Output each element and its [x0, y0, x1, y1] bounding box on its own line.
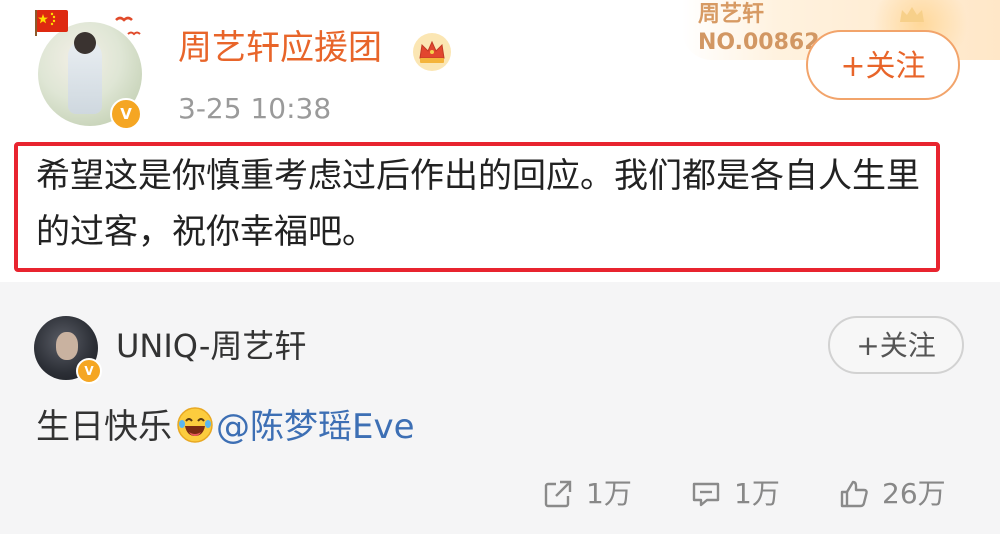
repost-author-name[interactable]: UNIQ-周艺轩 [116, 326, 306, 366]
repost-message: 生日快乐 [36, 407, 172, 447]
verified-badge-icon: V [76, 358, 102, 384]
share-action[interactable]: 1万 [542, 472, 642, 516]
comment-icon [692, 482, 720, 507]
post-timestamp: 3-25 10:38 [178, 92, 332, 125]
like-action[interactable]: 26万 [838, 472, 968, 516]
fan-card-crown-icon [900, 7, 924, 22]
birds-decoration-icon [115, 16, 141, 36]
mention-link[interactable]: @陈梦瑶Eve [216, 407, 415, 447]
verified-badge-icon: V [110, 98, 142, 130]
weibo-post: V 周艺轩应援团 3-25 10:38 周艺轩 NO.00862 +关注 希望这… [0, 0, 1000, 282]
share-count: 1万 [586, 477, 632, 510]
repost-actions: 1万 1万 26万 [0, 472, 1000, 516]
repost-follow-button[interactable]: +关注 [828, 316, 964, 374]
fan-card-number: NO.00862 [698, 30, 820, 55]
china-flag-icon [35, 10, 68, 36]
comment-count: 1万 [734, 477, 780, 510]
author-name[interactable]: 周艺轩应援团 [178, 28, 382, 68]
share-icon [544, 480, 572, 508]
repost-text: 生日快乐 @陈梦瑶Eve [36, 402, 415, 452]
avatar-head [74, 32, 96, 54]
post-text: 希望这是你慎重考虑过后作出的回应。我们都是各自人生里的过客，祝你幸福吧。 [36, 156, 920, 252]
crown-badge-icon[interactable] [412, 32, 452, 72]
laughing-emoji-icon [177, 407, 213, 443]
avatar-face [56, 332, 78, 360]
comment-action[interactable]: 1万 [690, 472, 790, 516]
thumbs-up-icon [840, 480, 868, 508]
follow-button[interactable]: +关注 [806, 30, 960, 100]
fan-card-name: 周艺轩 [698, 2, 765, 27]
like-count: 26万 [882, 477, 946, 510]
reposted-content[interactable]: V UNIQ-周艺轩 +关注 生日快乐 @陈梦瑶Eve 1万 1万 26万 [0, 282, 1000, 534]
